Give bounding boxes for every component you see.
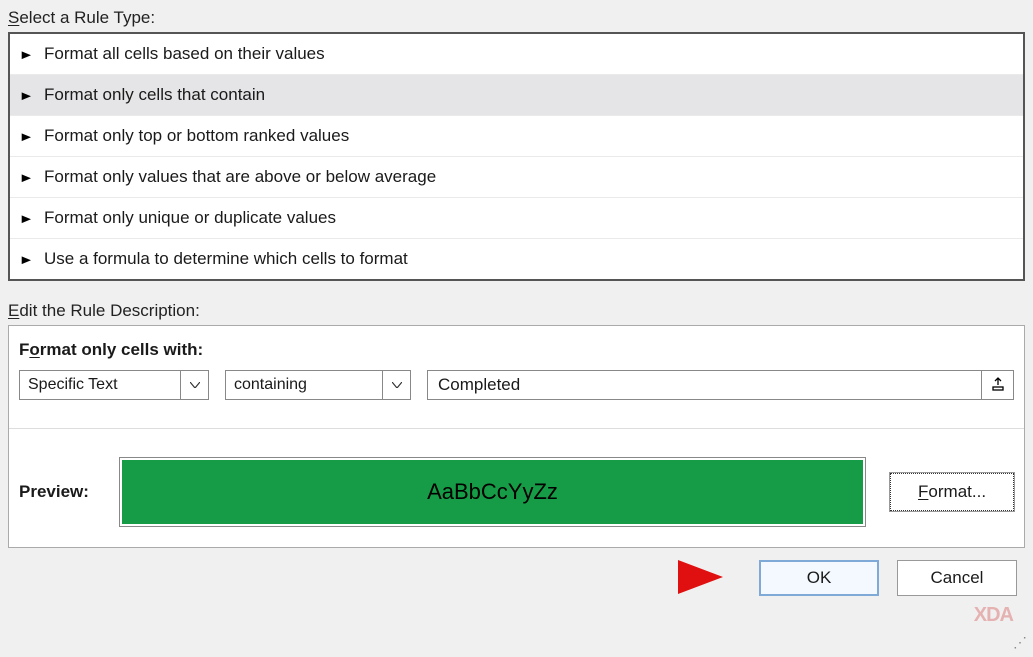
preview-sample: AaBbCcYyZz	[122, 460, 863, 524]
criteria-value-input[interactable]: Completed	[427, 370, 1014, 400]
bullet-icon: ►	[19, 47, 36, 62]
bullet-icon: ►	[19, 211, 36, 226]
range-selector-icon[interactable]	[981, 371, 1013, 399]
ok-button[interactable]: OK	[759, 560, 879, 596]
divider	[9, 428, 1024, 429]
rule-type-item[interactable]: ► Format only top or bottom ranked value…	[10, 116, 1023, 157]
criteria-type-value: Specific Text	[20, 374, 126, 396]
criteria-operator-dropdown[interactable]: containing	[225, 370, 411, 400]
format-only-with-label: Format only cells with:	[19, 340, 1014, 360]
format-button[interactable]: Format...	[890, 473, 1014, 511]
edit-rule-description-label: Edit the Rule Description:	[8, 301, 1025, 321]
criteria-row: Specific Text containing Completed	[19, 370, 1014, 400]
bullet-icon: ►	[19, 252, 36, 267]
chevron-down-icon[interactable]	[382, 371, 410, 399]
select-rule-type-label: Select a Rule Type:	[8, 8, 1025, 28]
rule-type-label: Format all cells based on their values	[44, 44, 325, 64]
dialog-button-row: OK Cancel	[8, 560, 1025, 596]
criteria-type-dropdown[interactable]: Specific Text	[19, 370, 209, 400]
rule-type-item[interactable]: ► Format only values that are above or b…	[10, 157, 1023, 198]
rule-type-item[interactable]: ► Use a formula to determine which cells…	[10, 239, 1023, 279]
preview-label: Preview:	[19, 482, 119, 502]
rule-type-label: Format only values that are above or bel…	[44, 167, 436, 187]
resize-grip-icon[interactable]: ⋰	[1013, 634, 1027, 651]
bullet-icon: ►	[19, 129, 36, 144]
cancel-button[interactable]: Cancel	[897, 560, 1017, 596]
chevron-down-icon[interactable]	[180, 371, 208, 399]
rule-type-label: Format only top or bottom ranked values	[44, 126, 349, 146]
criteria-operator-value: containing	[226, 374, 315, 396]
rule-type-item[interactable]: ► Format all cells based on their values	[10, 34, 1023, 75]
criteria-value-text: Completed	[428, 371, 981, 399]
rule-type-item[interactable]: ► Format only unique or duplicate values	[10, 198, 1023, 239]
rule-description-panel: Format only cells with: Specific Text co…	[8, 325, 1025, 548]
preview-box: AaBbCcYyZz	[119, 457, 866, 527]
rule-type-list: ► Format all cells based on their values…	[8, 32, 1025, 281]
rule-type-label: Use a formula to determine which cells t…	[44, 249, 408, 269]
watermark: XDA	[974, 604, 1013, 627]
annotation-arrow-icon	[498, 552, 728, 602]
rule-type-label: Format only unique or duplicate values	[44, 208, 336, 228]
bullet-icon: ►	[19, 88, 36, 103]
rule-type-item[interactable]: ► Format only cells that contain	[10, 75, 1023, 116]
rule-type-label: Format only cells that contain	[44, 85, 265, 105]
bullet-icon: ►	[19, 170, 36, 185]
preview-row: Preview: AaBbCcYyZz Format...	[19, 457, 1014, 527]
